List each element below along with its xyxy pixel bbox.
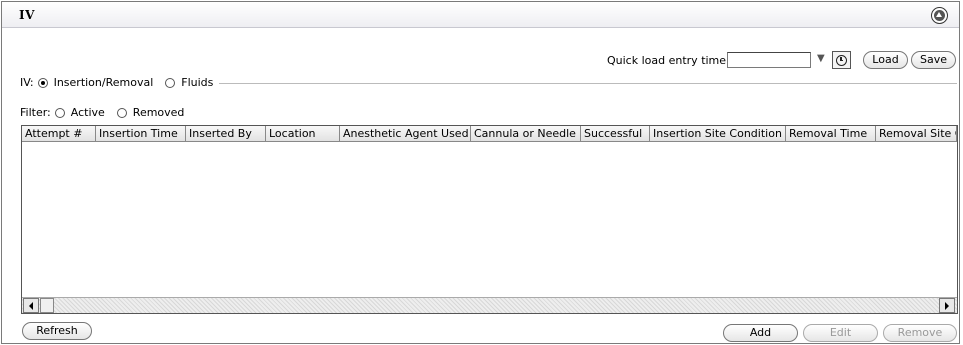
scroll-right-button[interactable] — [939, 298, 955, 313]
table-header: Attempt # Insertion Time Inserted By Loc… — [22, 126, 957, 142]
scrollbar-thumb[interactable] — [40, 298, 54, 313]
horizontal-scrollbar[interactable] — [22, 297, 957, 313]
radio-insertion-removal[interactable] — [37, 77, 48, 88]
column-header-removal-site-condition[interactable]: Removal Site Co — [876, 126, 957, 142]
panel-title: IV — [19, 8, 35, 22]
quick-load-dropdown-icon[interactable]: ▼ — [817, 53, 825, 64]
refresh-button[interactable]: Refresh — [22, 322, 92, 340]
panel-header: IV — [2, 2, 959, 28]
edit-button[interactable]: Edit — [803, 324, 878, 342]
quick-load-time-input[interactable] — [727, 52, 811, 68]
filter-label: Filter: — [20, 106, 51, 119]
filter-removed-label: Removed — [132, 106, 185, 119]
divider-line — [219, 83, 957, 84]
iv-mode-insertion-removal-label: Insertion/Removal — [53, 76, 154, 89]
save-button[interactable]: Save — [911, 51, 956, 69]
iv-mode-fluids-label: Fluids — [181, 76, 214, 89]
scroll-left-button[interactable] — [23, 298, 39, 313]
column-header-insertion-time[interactable]: Insertion Time — [96, 126, 186, 142]
load-button[interactable]: Load — [863, 51, 908, 69]
clock-icon — [836, 54, 847, 66]
filter-removed[interactable]: Removed — [116, 106, 185, 119]
filter-active-label: Active — [70, 106, 105, 119]
column-header-anesthetic-agent[interactable]: Anesthetic Agent Used — [340, 126, 471, 142]
iv-attempts-table[interactable]: Attempt # Insertion Time Inserted By Loc… — [21, 125, 958, 314]
iv-mode-label: IV: — [20, 76, 34, 89]
filter-active[interactable]: Active — [54, 106, 105, 119]
collapse-button[interactable] — [931, 7, 948, 24]
collapse-up-icon — [934, 10, 945, 21]
radio-active[interactable] — [54, 107, 65, 118]
clock-button[interactable] — [832, 51, 851, 69]
column-header-removal-time[interactable]: Removal Time — [786, 126, 876, 142]
arrow-right-icon — [945, 301, 949, 310]
iv-panel: IV Quick load entry time: ▼ Load Save IV… — [1, 1, 960, 344]
column-header-location[interactable]: Location — [266, 126, 340, 142]
remove-button[interactable]: Remove — [883, 324, 957, 342]
quick-load-label: Quick load entry time: — [607, 54, 730, 67]
column-header-cannula-needle[interactable]: Cannula or Needle — [471, 126, 581, 142]
radio-fluids[interactable] — [165, 77, 176, 88]
filter-group: Filter: Active Removed — [20, 106, 192, 119]
column-header-insertion-site-condition[interactable]: Insertion Site Condition — [650, 126, 786, 142]
radio-removed[interactable] — [116, 107, 127, 118]
arrow-left-icon — [29, 301, 33, 310]
iv-mode-fluids[interactable]: Fluids — [165, 76, 213, 89]
column-header-successful[interactable]: Successful — [581, 126, 650, 142]
column-header-attempt[interactable]: Attempt # — [22, 126, 96, 142]
iv-mode-group: IV: Insertion/Removal Fluids — [20, 76, 221, 89]
add-button[interactable]: Add — [723, 324, 798, 342]
column-header-inserted-by[interactable]: Inserted By — [186, 126, 266, 142]
iv-mode-insertion-removal[interactable]: Insertion/Removal — [37, 76, 154, 89]
